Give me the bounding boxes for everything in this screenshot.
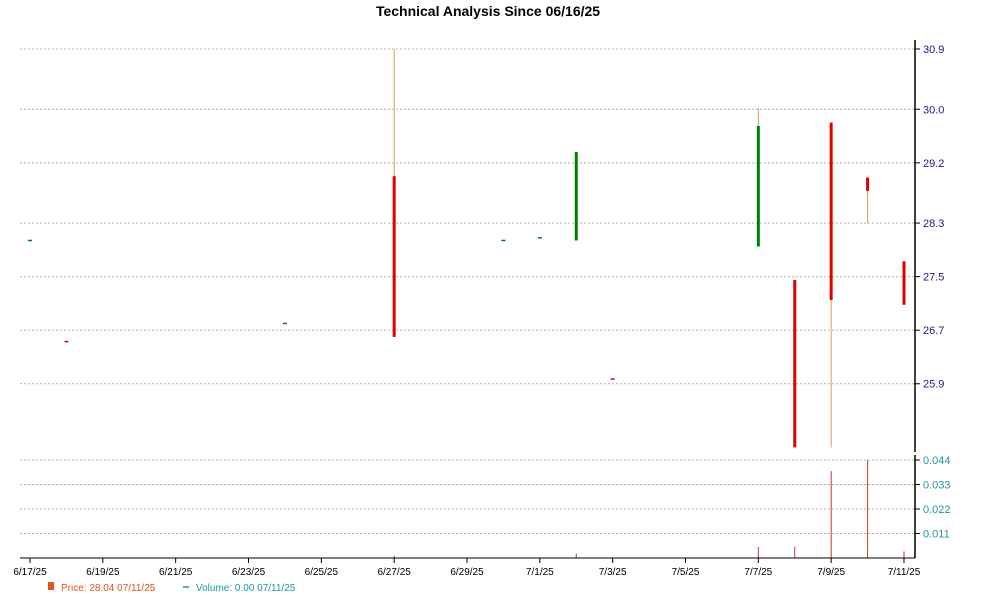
- date-tick-label: 7/1/25: [526, 567, 554, 578]
- date-tick-label: 7/5/25: [672, 567, 700, 578]
- volume-gridlines: [20, 459, 915, 534]
- candle-bodies: [28, 122, 906, 448]
- legend: Price: 28.04 07/11/25 Volume: 0.00 07/11…: [48, 582, 296, 594]
- date-tick-label: 7/11/25: [888, 567, 921, 578]
- date-tick-label: 6/25/25: [305, 567, 339, 578]
- date-axis: 6/17/25 6/19/25 6/21/25 6/23/25 6/25/25 6/27/…: [13, 557, 921, 578]
- chart-title: Technical Analysis Since 06/16/25: [376, 3, 600, 19]
- volume-tick-label: 0.011: [923, 529, 950, 541]
- legend-volume-label: Volume: 0.00 07/11/25: [196, 583, 296, 594]
- candle-body: [756, 125, 760, 247]
- price-tick-label: 30.0: [923, 104, 944, 116]
- volume-tick-label: 0.033: [923, 480, 951, 492]
- date-tick-label: 7/3/25: [599, 567, 627, 578]
- date-tick-label: 6/27/25: [377, 567, 411, 578]
- date-tick-label: 6/21/25: [159, 567, 193, 578]
- candle-body: [574, 152, 578, 241]
- price-gridlines: [20, 48, 915, 385]
- candle-body: [866, 177, 870, 191]
- candle-body: [902, 261, 906, 305]
- stock-chart: Technical Analysis Since 06/16/25 30.930…: [13, 3, 951, 594]
- price-axis: 30.9 30.0 29.2 28.3 27.5 26.7 25.9: [914, 40, 944, 452]
- price-tick-label: 25.9: [923, 379, 944, 391]
- price-tick-label: 28.3: [923, 218, 944, 230]
- price-tick-label: 27.5: [923, 272, 944, 284]
- date-tick-label: 6/23/25: [232, 567, 266, 578]
- date-tick-label: 6/29/25: [450, 567, 484, 578]
- legend-price-swatch: [48, 582, 54, 590]
- date-tick-label: 7/9/25: [817, 567, 845, 578]
- date-tick-label: 6/17/25: [13, 567, 47, 578]
- volume-axis: 0.044 0.033 0.022 0.011: [914, 455, 951, 558]
- price-tick-label: 26.7: [923, 325, 944, 337]
- volume-tick-label: 0.022: [923, 504, 951, 516]
- candle-body: [392, 176, 396, 337]
- date-tick-label: 6/19/25: [86, 567, 120, 578]
- candle-wicks: [393, 49, 905, 448]
- date-tick-label: 7/7/25: [744, 567, 772, 578]
- candle-body: [829, 122, 833, 301]
- price-tick-label: 30.9: [923, 44, 944, 56]
- candle-body: [793, 279, 797, 448]
- price-tick-label: 29.2: [923, 158, 944, 170]
- legend-price-label: Price: 28.04 07/11/25: [61, 583, 156, 594]
- volume-tick-label: 0.044: [923, 455, 951, 467]
